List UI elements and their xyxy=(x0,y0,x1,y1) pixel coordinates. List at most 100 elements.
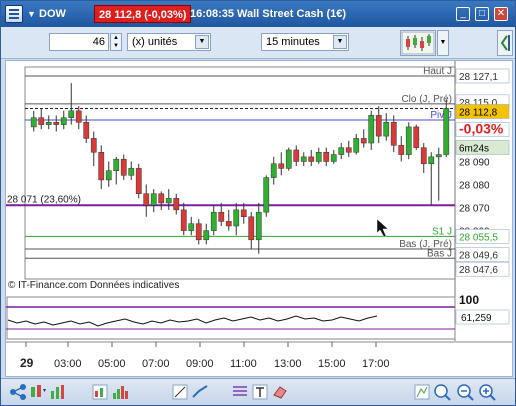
price-tick-label: 28 070 xyxy=(459,204,490,215)
candle-body xyxy=(353,138,360,153)
share-icon[interactable] xyxy=(9,383,27,401)
menu-icon[interactable] xyxy=(5,5,23,23)
candle-body xyxy=(38,117,45,125)
zoom-fit-icon[interactable] xyxy=(413,383,431,401)
time-tick-label: 15:00 xyxy=(318,358,346,370)
candle-body xyxy=(428,156,435,165)
time-tick-label: 09:00 xyxy=(186,358,214,370)
candle-body xyxy=(188,223,195,231)
candle-body xyxy=(383,122,390,137)
panel-toggle-icon[interactable] xyxy=(497,30,513,56)
text-tool-icon[interactable] xyxy=(251,383,269,401)
candle-body xyxy=(315,152,322,162)
candle-body xyxy=(360,138,367,144)
tag-haut: 28 127,1 xyxy=(459,72,498,83)
candle-body xyxy=(83,122,90,139)
chart-style-icon[interactable] xyxy=(29,383,47,401)
indicator-level-label: 100 xyxy=(459,293,479,307)
period-select-value: 15 minutes xyxy=(266,36,320,48)
chart-type-icon xyxy=(401,31,435,55)
candle-body xyxy=(293,149,300,162)
zoom-in-icon[interactable] xyxy=(478,383,496,401)
fibonacci-icon[interactable] xyxy=(231,383,249,401)
data-source-footer: © IT-Finance.com Données indicatives xyxy=(8,280,179,291)
time-tick-label: 13:00 xyxy=(274,358,302,370)
level-label: Haut J xyxy=(423,66,452,77)
candle-body xyxy=(210,211,217,231)
candle-body xyxy=(300,156,307,162)
indicator-panel[interactable] xyxy=(6,296,456,340)
candle-body xyxy=(375,115,382,137)
tag-countdown: 6m24s xyxy=(459,143,489,154)
candle-body xyxy=(53,122,60,125)
candle-body xyxy=(420,147,427,165)
bars-icon[interactable] xyxy=(49,383,67,401)
chart-type-dropdown-icon[interactable]: ▼ xyxy=(437,30,449,56)
tag-change: -0,03% xyxy=(459,120,504,136)
indicator-value-label: 61,259 xyxy=(461,313,492,324)
panel-toggle-glyph xyxy=(500,35,510,51)
toolbar: 46 ▲ ▼ (x) unités ▼ 15 minutes ▼ ▼ xyxy=(1,27,515,59)
candle-body xyxy=(248,216,255,241)
time-tick-label: 29 xyxy=(20,356,34,370)
candle-body xyxy=(240,209,247,218)
candle-body xyxy=(75,110,82,123)
zoom-reset-icon[interactable] xyxy=(433,383,451,401)
time-tick-label: 05:00 xyxy=(98,358,126,370)
quantity-input[interactable]: 46 xyxy=(49,33,109,51)
candle-body xyxy=(435,154,442,158)
candle-body xyxy=(60,117,67,125)
level-label: Clo (J, Pré) xyxy=(401,94,452,105)
bottom-toolbar xyxy=(1,378,515,405)
time-tick-label: 07:00 xyxy=(142,358,170,370)
price-tick-label: 28 090 xyxy=(459,157,490,168)
candle-body xyxy=(218,211,225,222)
period-select[interactable]: 15 minutes ▼ xyxy=(261,33,349,51)
candle-body xyxy=(338,147,345,155)
candle-body xyxy=(98,152,105,181)
candle-body xyxy=(278,163,285,169)
chart-panel[interactable]: Haut J Clo (J, Pré) Piv J S1 J Bas (J, Pré) B… xyxy=(5,60,513,377)
candle-body xyxy=(390,122,397,146)
clock-time: 16:08:35 xyxy=(190,8,235,20)
symbol-name[interactable]: DOW xyxy=(39,5,66,23)
price-change-badge: 28 112,8 (-0,03%) xyxy=(94,5,192,23)
price-chart[interactable]: Haut JClo (J, Pré)Piv JS1 JBas (J, Pré)B… xyxy=(6,61,512,376)
quantity-stepper[interactable]: ▲ ▼ xyxy=(110,33,122,51)
level-label: S1 J xyxy=(432,226,452,237)
indicators-icon[interactable] xyxy=(91,383,109,401)
candle-body xyxy=(90,138,97,153)
candle-body xyxy=(285,149,292,169)
draw-tools-icon[interactable] xyxy=(171,383,189,401)
maximize-icon[interactable]: □ xyxy=(475,7,489,21)
candle-body xyxy=(45,122,52,125)
chevron-down-icon[interactable]: ▼ xyxy=(333,35,347,49)
chevron-down-icon[interactable]: ▼ xyxy=(195,35,209,49)
units-select-value: (x) unités xyxy=(132,36,178,48)
candle-body xyxy=(345,147,352,153)
tag-last-price: 28 112,8 xyxy=(459,107,498,118)
close-icon[interactable]: ✕ xyxy=(494,7,508,21)
candle-body xyxy=(143,193,150,206)
time-tick-label: 17:00 xyxy=(362,358,390,370)
candle-body xyxy=(225,221,232,227)
trendline-icon[interactable] xyxy=(191,383,209,401)
symbol-dropdown-icon[interactable]: ▼ xyxy=(27,5,36,23)
candle-body xyxy=(135,168,142,194)
tag-s1: 28 055,5 xyxy=(459,232,498,243)
candle-body xyxy=(323,152,330,162)
time-tick-label: 03:00 xyxy=(54,358,82,370)
eraser-icon[interactable] xyxy=(271,383,289,401)
plot-area[interactable] xyxy=(24,66,456,280)
candle-body xyxy=(68,110,75,118)
units-select[interactable]: (x) unités ▼ xyxy=(127,33,211,51)
chart-type-button[interactable] xyxy=(400,30,436,56)
time-tick-label: 11:00 xyxy=(230,358,257,370)
zoom-out-icon[interactable] xyxy=(456,383,474,401)
instrument-name: Wall Street Cash (1€) xyxy=(237,8,347,20)
volume-icon[interactable] xyxy=(111,383,129,401)
candle-body xyxy=(270,163,277,178)
minimize-icon[interactable]: _ xyxy=(456,7,470,21)
candle-body xyxy=(158,193,165,204)
candle-body xyxy=(405,126,412,155)
